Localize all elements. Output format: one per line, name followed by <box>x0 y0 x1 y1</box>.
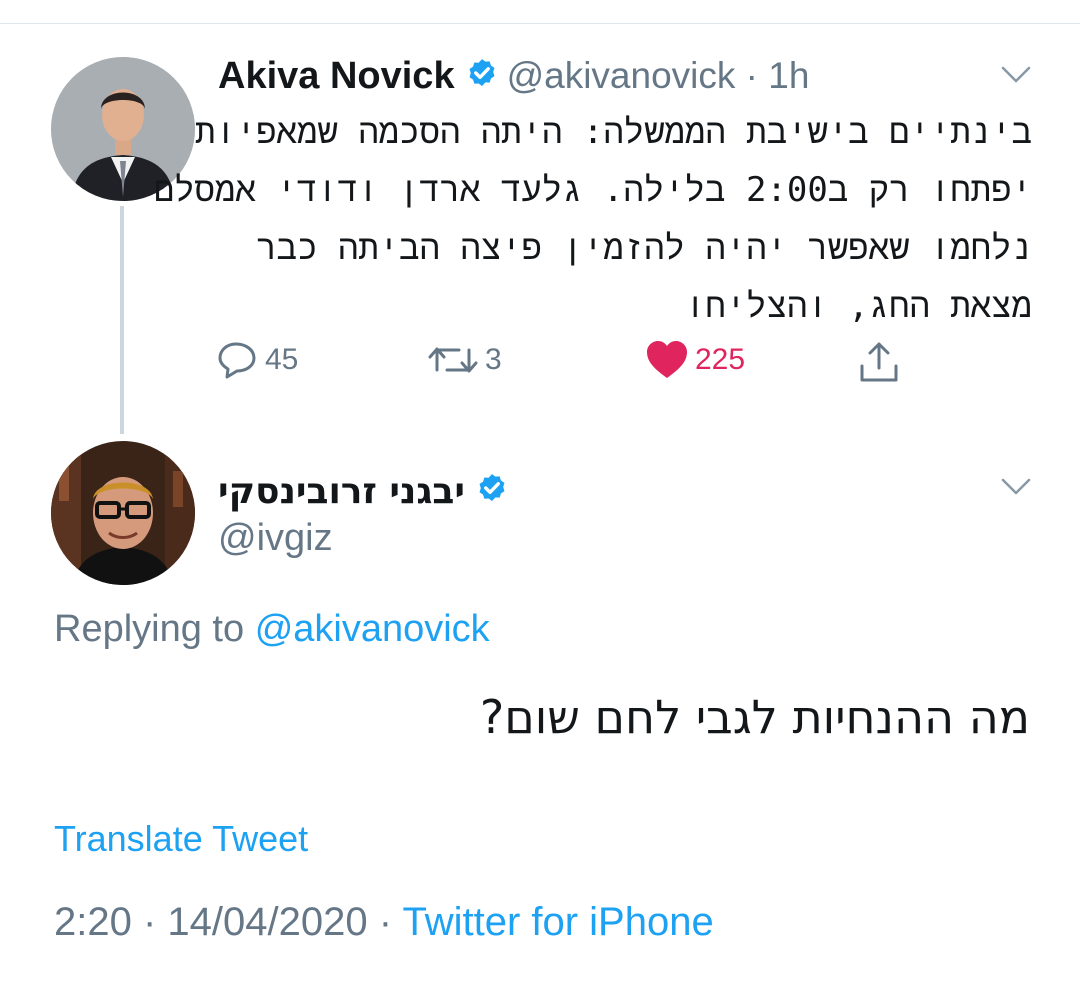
tweet-text-line: מצאת החג, והצליחו <box>684 286 1032 326</box>
tweet-source-link[interactable]: Twitter for iPhone <box>402 900 713 944</box>
replying-to-link[interactable]: @akivanovick <box>255 608 490 650</box>
reply-tweet-text: מה ההנחיות לגבי לחם שום? <box>479 690 1030 744</box>
replying-to-line: Replying to @akivanovick <box>54 608 490 651</box>
like-count: 225 <box>695 343 746 376</box>
reply-count: 45 <box>265 343 299 376</box>
thread-connector <box>120 206 124 434</box>
like-button[interactable]: 225 <box>645 340 745 380</box>
tweet-time: 2:20 <box>54 900 132 944</box>
tweet-text-line: יפתחו רק ב2:00 בלילה. גלעד ארדן ודודי אמ… <box>153 170 1032 210</box>
tweet-text: בינתיים בישיבת הממשלה: היתה הסכמה שמאפיו… <box>153 103 1032 335</box>
heart-icon <box>647 341 687 378</box>
chevron-down-icon[interactable] <box>1001 66 1031 84</box>
reply-author-row: יבגני זרובינסקי <box>218 466 517 516</box>
separator-dot: · <box>378 900 403 944</box>
retweet-button[interactable]: 3 <box>427 340 502 380</box>
parent-tweet-header: Akiva Novick @akivanovick · 1h <box>218 52 809 100</box>
replying-to-prefix: Replying to <box>54 608 245 650</box>
avatar-ivgiz[interactable] <box>51 441 195 585</box>
separator-dot: · <box>735 55 769 96</box>
tweet-meta: 2:20 · 14/04/2020 · Twitter for iPhone <box>54 900 714 945</box>
tweet-text-line: נלחמו שאפשר יהיה להזמין פיצה הביתה כבר <box>256 228 1032 268</box>
translate-tweet-link[interactable]: Translate Tweet <box>54 818 308 860</box>
reply-author-handle[interactable]: @ivgiz <box>218 517 333 560</box>
verified-badge-icon <box>465 57 499 96</box>
tweet-text-line: בינתיים בישיבת הממשלה: היתה הסכמה שמאפיו… <box>195 112 1032 152</box>
reply-icon <box>218 342 256 379</box>
separator-dot: · <box>142 900 168 944</box>
top-divider <box>0 23 1080 24</box>
author-handle[interactable]: @akivanovick <box>507 55 736 97</box>
share-icon <box>860 342 898 382</box>
tweet-actions: 45 3 225 <box>0 340 1080 390</box>
reply-button[interactable]: 45 <box>217 340 298 380</box>
author-name[interactable]: Akiva Novick <box>218 55 455 98</box>
tweet-time[interactable]: 1h <box>768 55 809 97</box>
retweet-count: 3 <box>485 343 502 376</box>
share-button[interactable] <box>858 340 906 384</box>
retweet-icon <box>428 347 478 373</box>
reply-author-name[interactable]: יבגני זרובינסקי <box>218 471 465 512</box>
tweet-date: 14/04/2020 <box>167 900 368 944</box>
verified-badge-icon <box>475 472 509 511</box>
chevron-down-icon[interactable] <box>1001 478 1031 496</box>
